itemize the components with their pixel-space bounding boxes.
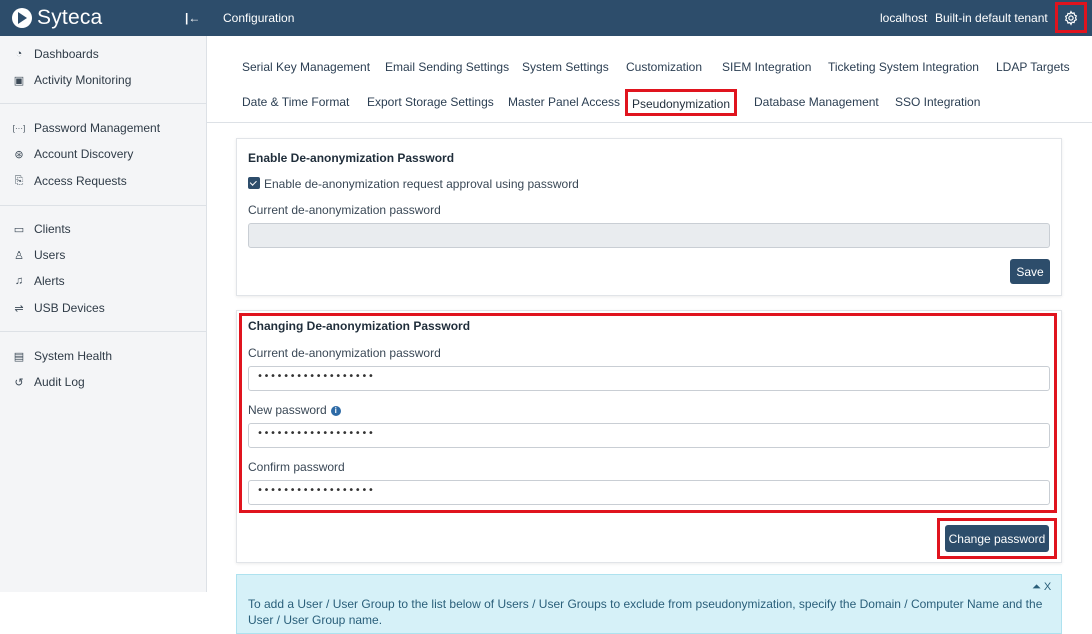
sidebar-item-label: Clients [34,222,71,236]
sidebar-item-label: Activity Monitoring [34,73,132,87]
sidebar-item-usb-devices[interactable]: ⇌ USB Devices [0,297,206,319]
tab-siem-integration[interactable]: SIEM Integration [722,60,811,74]
sidebar-item-password-management[interactable]: [···] Password Management [0,117,206,139]
sidebar-item-label: Account Discovery [34,147,134,161]
new-password-input[interactable]: •••••••••••••••••• [248,423,1050,448]
tab-export-storage-settings[interactable]: Export Storage Settings [367,95,494,109]
brand-bar: Syteca |← [0,0,207,36]
sidebar-item-label: USB Devices [34,301,105,315]
sidebar-divider [0,103,206,104]
tab-pseudonymization[interactable]: Pseudonymization [625,89,737,116]
alert-collapse-close-icon[interactable]: ⏶ X [1032,581,1051,594]
tab-system-settings[interactable]: System Settings [522,60,609,74]
enable-card-title: Enable De-anonymization Password [248,151,455,165]
sidebar-item-label: Alerts [34,274,65,288]
sidebar-item-access-requests[interactable]: ⎘ Access Requests [0,170,206,192]
sidebar-item-label: Users [34,248,66,262]
history-icon: ↺ [14,376,24,389]
sidebar-item-clients[interactable]: ▭ Clients [0,218,206,240]
sidebar-item-activity-monitoring[interactable]: ▣ Activity Monitoring [0,69,206,91]
confirm-password-input[interactable]: •••••••••••••••••• [248,480,1050,505]
tab-sso-integration[interactable]: SSO Integration [895,95,980,109]
info-alert: ⏶ X To add a User / User Group to the li… [236,574,1062,634]
dashboard-icon: ◔ [15,48,23,60]
sidebar-item-account-discovery[interactable]: ⊛ Account Discovery [0,143,206,165]
usb-icon: ⇌ [14,302,24,315]
syteca-logo-icon [12,8,32,28]
tab-ticketing-system-integration[interactable]: Ticketing System Integration [828,60,979,74]
tab-database-management[interactable]: Database Management [754,95,879,109]
brand-name: Syteca [37,6,103,29]
discovery-icon: ⊛ [14,148,24,161]
top-bar: Configuration localhost Built-in default… [207,0,1092,36]
alert-text: To add a User / User Group to the list b… [248,597,1043,627]
sidebar: Syteca |← ◔ Dashboards ▣ Activity Monito… [0,0,207,592]
bell-icon: ♫ [14,275,24,287]
tenant-selector[interactable]: Built-in default tenant [935,11,1048,25]
page-title: Configuration [223,11,295,25]
tab-date-time-format[interactable]: Date & Time Format [242,95,349,109]
sidebar-item-label: Dashboards [34,47,99,61]
change-password-button[interactable]: Change password [945,525,1049,552]
monitor-play-icon: ▣ [13,74,25,87]
enable-approval-checkbox[interactable] [248,177,260,189]
sidebar-item-label: Audit Log [34,375,85,389]
current-password-input[interactable]: •••••••••••••••••• [248,366,1050,391]
access-request-icon: ⎘ [14,174,24,187]
clients-icon: ▭ [13,223,25,236]
new-password-label: New password i [248,403,341,417]
enable-approval-label[interactable]: Enable de-anonymization request approval… [264,177,579,191]
new-password-label-text: New password [248,403,327,417]
sidebar-item-system-health[interactable]: ▤ System Health [0,345,206,367]
tab-email-sending-settings[interactable]: Email Sending Settings [385,60,509,74]
sidebar-item-audit-log[interactable]: ↺ Audit Log [0,371,206,393]
tabs-divider [207,122,1092,123]
current-password-field-disabled [248,223,1050,248]
settings-button[interactable] [1055,2,1087,33]
gear-icon [1064,9,1078,26]
sidebar-item-users[interactable]: ♙ Users [0,244,206,266]
current-password-label: Current de-anonymization password [248,203,441,217]
health-icon: ▤ [13,350,25,363]
sidebar-divider [0,205,206,206]
collapse-sidebar-icon[interactable]: |← [185,11,200,25]
user-icon: ♙ [14,249,24,262]
change-card-title: Changing De-anonymization Password [248,319,471,333]
save-button[interactable]: Save [1010,259,1050,284]
tab-ldap-targets[interactable]: LDAP Targets [996,60,1070,74]
confirm-password-label: Confirm password [248,460,345,474]
current-password-label: Current de-anonymization password [248,346,441,360]
sidebar-item-label: Access Requests [34,174,127,188]
tab-customization[interactable]: Customization [626,60,702,74]
sidebar-item-dashboards[interactable]: ◔ Dashboards [0,43,206,65]
info-icon[interactable]: i [330,406,341,416]
tab-serial-key-management[interactable]: Serial Key Management [242,60,370,74]
password-icon: [···] [12,123,26,133]
host-label[interactable]: localhost [880,11,927,25]
sidebar-divider [0,331,206,332]
sidebar-item-label: System Health [34,349,113,363]
sidebar-item-alerts[interactable]: ♫ Alerts [0,270,206,292]
tab-master-panel-access[interactable]: Master Panel Access [508,95,620,109]
sidebar-item-label: Password Management [34,121,161,135]
